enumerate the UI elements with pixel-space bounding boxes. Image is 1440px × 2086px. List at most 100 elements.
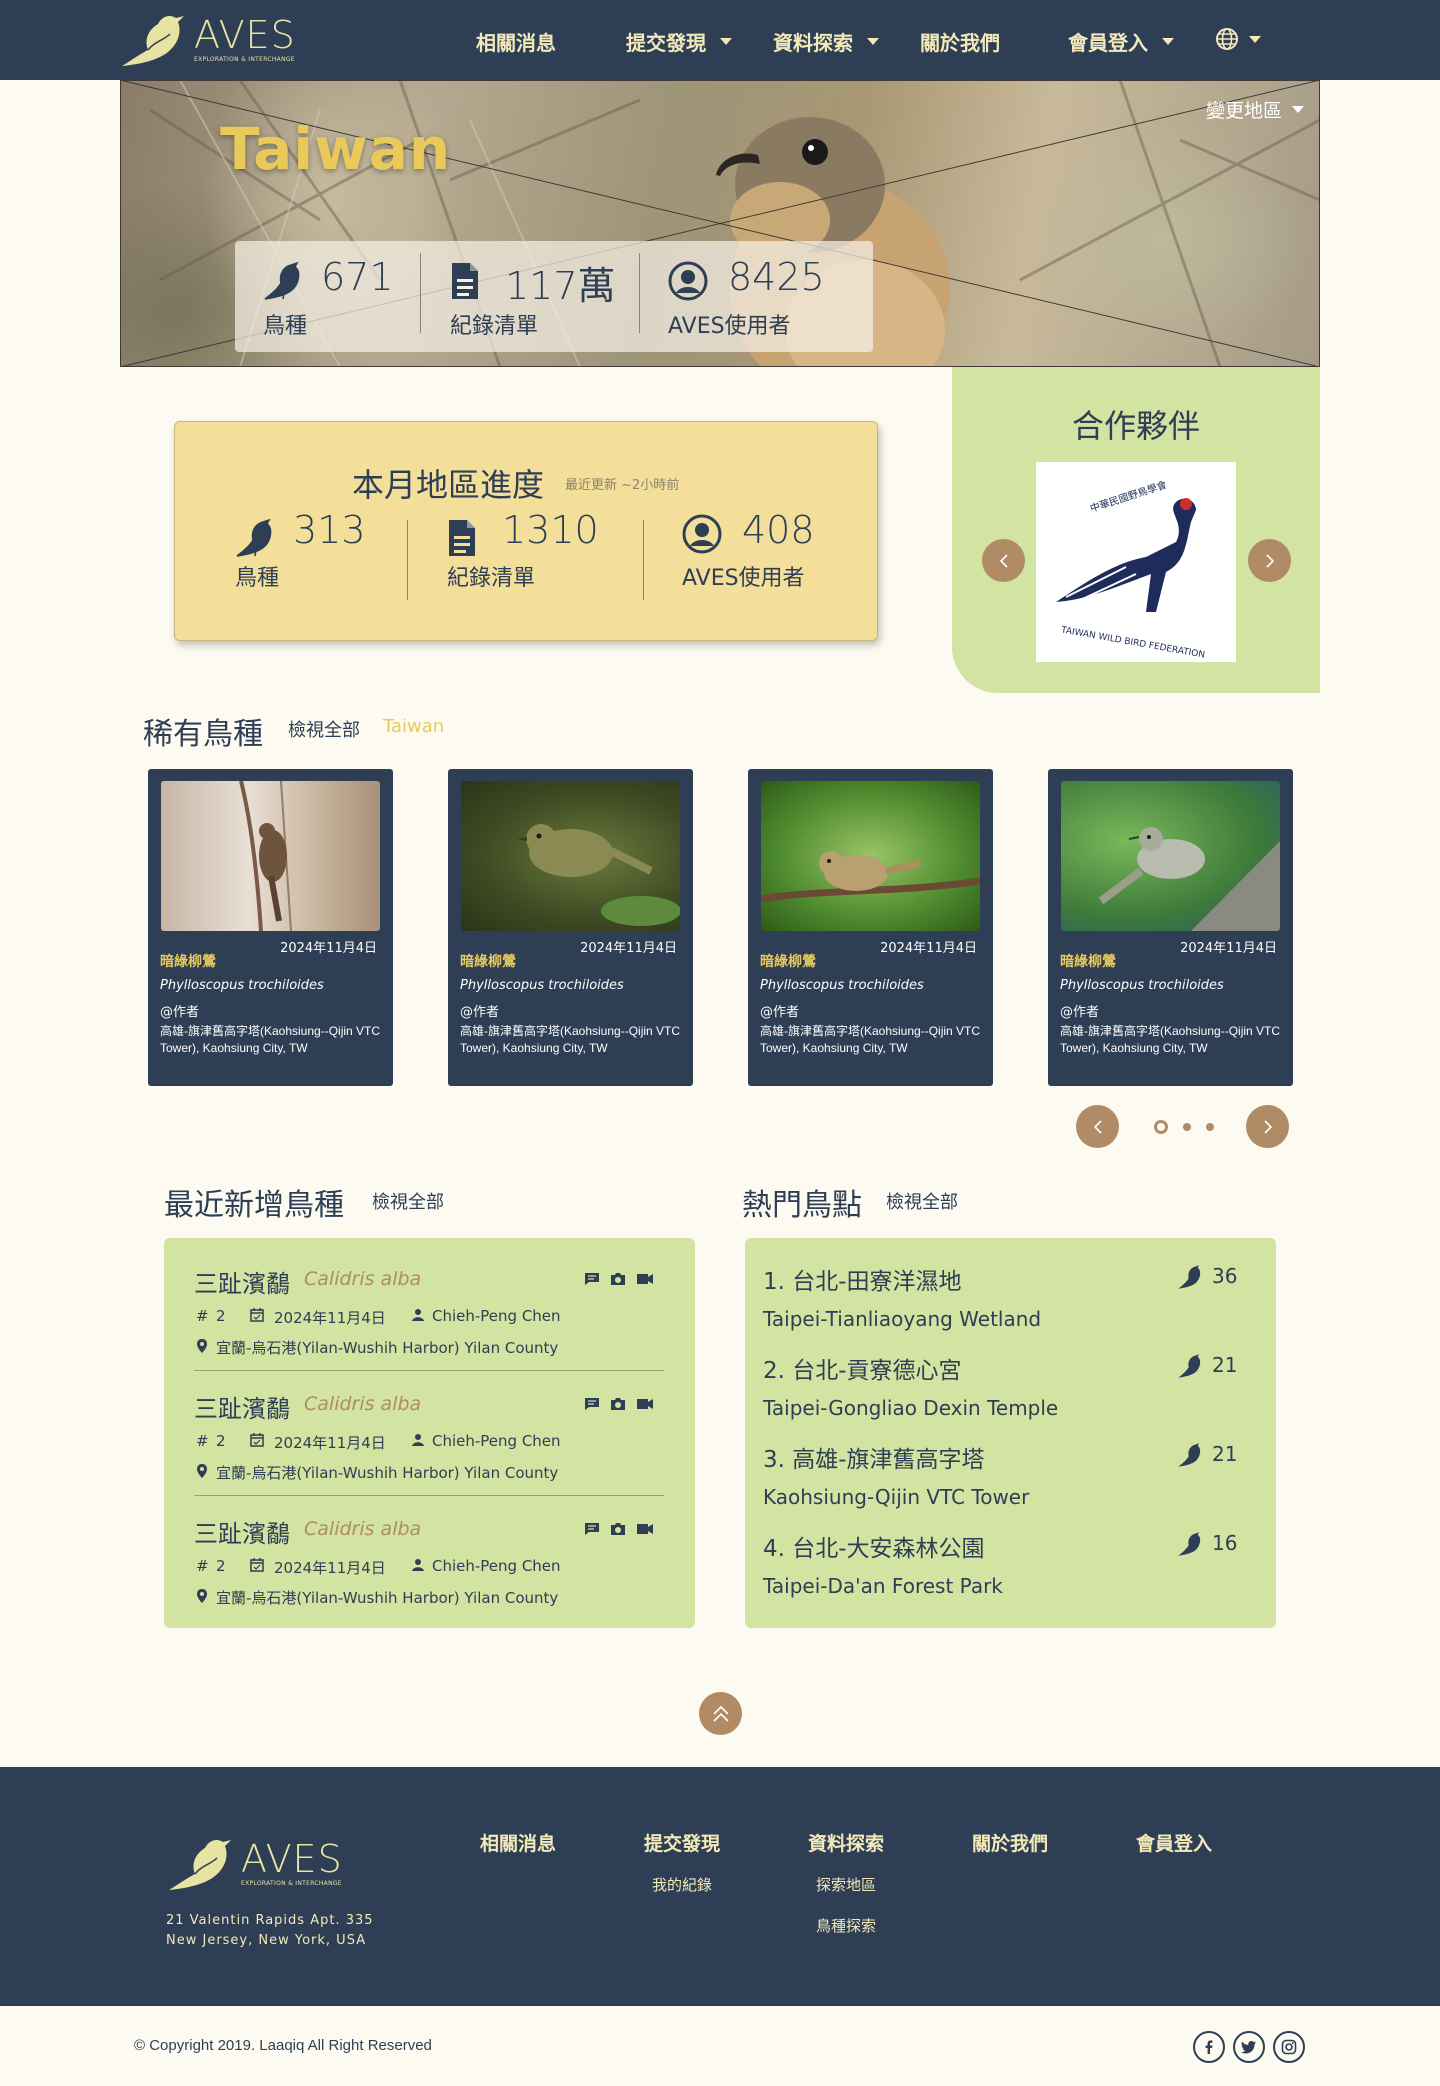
video-icon [637,1274,653,1284]
chevron-down-icon [1162,38,1174,45]
recent-view-all-link[interactable]: 檢視全部 [372,1188,444,1214]
recent-count-prefix: # [196,1432,209,1450]
chevron-left-icon [999,553,1008,568]
rare-view-all-link[interactable]: 檢視全部 [288,716,360,742]
twitter-link[interactable] [1233,2031,1265,2063]
calendar-icon [250,1308,264,1322]
hotspot-name: 3. 高雄-旗津舊高字塔 [763,1447,985,1473]
nav-login[interactable]: 會員登入 [1068,27,1174,56]
monthly-updated: 最近更新 ~2小時前 [565,478,680,493]
footer-col-news: 相關消息 [458,1829,578,1856]
carousel-dot[interactable] [1183,1123,1191,1131]
recent-name: 三趾濱鷸 [194,1520,290,1548]
change-region-dropdown[interactable]: 變更地區 [1206,96,1304,123]
recent-user: Chieh-Peng Chen [432,1307,561,1325]
video-icon [637,1524,653,1534]
card-name: 暗綠柳鶯 [1060,954,1116,970]
recent-user: Chieh-Peng Chen [432,1432,561,1450]
recent-item[interactable]: 三趾濱鷸 Calidris alba # 2 2024年11月4日 Chieh-… [194,1389,664,1489]
chevron-down-icon [1292,106,1304,113]
facebook-link[interactable] [1193,2031,1225,2063]
chevron-right-icon [1265,553,1274,568]
divider [194,1495,664,1496]
recent-item[interactable]: 三趾濱鷸 Calidris alba # 2 2024年11月4日 Chieh-… [194,1264,664,1364]
rare-prev-button[interactable] [1076,1105,1119,1148]
hotspots-title: 熱門鳥點 [742,1188,862,1223]
nav-news[interactable]: 相關消息 [476,27,556,56]
nav-submit[interactable]: 提交發現 [626,27,732,56]
divider [194,1370,664,1371]
rare-next-button[interactable] [1246,1105,1289,1148]
media-icons [584,1397,654,1411]
card-name: 暗綠柳鶯 [160,954,216,970]
card-author: @作者 [460,1005,500,1020]
monthly-users-value: 408 [742,508,815,552]
monthly-species-label: 鳥種 [235,566,280,591]
comment-icon [585,1398,599,1410]
card-scientific-name: Phylloscopus trochiloides [1060,978,1224,993]
card-scientific-name: Phylloscopus trochiloides [760,978,924,993]
card-location: 高雄-旗津舊高字塔(Kaohsiung--Qijin VTC Tower), K… [760,1024,981,1055]
rare-card[interactable]: 2024年11月4日 暗綠柳鶯 Phylloscopus trochiloide… [748,769,993,1086]
nav-submit-label: 提交發現 [626,31,706,55]
logo[interactable]: AVES EXPLORATION & INTERCHANGE [118,10,296,68]
stat-checklists-value: 117萬 [505,264,616,308]
rare-card[interactable]: 2024年11月4日 暗綠柳鶯 Phylloscopus trochiloide… [1048,769,1293,1086]
instagram-link[interactable] [1273,2031,1305,2063]
comment-icon [585,1273,599,1285]
monthly-checklists-label: 紀錄清單 [447,566,536,591]
chevron-down-icon [720,38,732,45]
rare-card[interactable]: 2024年11月4日 暗綠柳鶯 Phylloscopus trochiloide… [148,769,393,1086]
stat-checklists-label: 紀錄清單 [450,314,539,339]
rare-card[interactable]: 2024年11月4日 暗綠柳鶯 Phylloscopus trochiloide… [448,769,693,1086]
nav-explore[interactable]: 資料探索 [773,27,879,56]
copyright: © Copyright 2019. Laaqiq All Right Reser… [134,2037,432,2054]
logo-subtitle: EXPLORATION & INTERCHANGE [194,55,295,63]
footer-link-explore-region[interactable]: 探索地區 [786,1874,906,1895]
carousel-dot-active[interactable] [1154,1120,1168,1134]
partner-logo[interactable]: 中華民國野鳥學會 TAIWAN WILD BIRD FEDERATION [1036,462,1236,662]
divider [407,520,408,600]
bird-icon [264,261,300,300]
footer-col-title[interactable]: 關於我們 [950,1829,1070,1856]
camera-icon [611,1398,625,1410]
recent-date: 2024年11月4日 [274,1559,386,1577]
nav-about[interactable]: 關於我們 [920,27,1000,56]
card-location: 高雄-旗津舊高字塔(Kaohsiung--Qijin VTC Tower), K… [460,1024,681,1055]
footer-col-title[interactable]: 會員登入 [1114,1829,1234,1856]
monthly-users-label: AVES使用者 [682,566,805,591]
twitter-icon [1241,2041,1256,2054]
chevron-right-icon [1263,1119,1272,1134]
hotspots-view-all-link[interactable]: 檢視全部 [886,1188,958,1214]
card-date: 2024年11月4日 [580,941,677,956]
hotspot-english-name: Taipei-Tianliaoyang Wetland [763,1307,1042,1331]
monthly-progress-card: 本月地區進度 最近更新 ~2小時前 313 鳥種 1310 紀錄清單 408 A… [174,421,878,641]
recent-name: 三趾濱鷸 [194,1270,290,1298]
footer-link-my-records[interactable]: 我的紀錄 [622,1874,742,1895]
recent-item[interactable]: 三趾濱鷸 Calidris alba # 2 2024年11月4日 Chieh-… [194,1514,664,1614]
partners-panel: 合作夥伴 中華民國野鳥學會 TAIWAN WILD BIRD FEDERATIO… [952,367,1320,693]
partners-prev-button[interactable] [982,539,1025,582]
bird-icon [236,518,272,557]
bird-icon [1178,1354,1201,1378]
footer-logo-subtitle: EXPLORATION & INTERCHANGE [241,1879,342,1887]
hotspot-english-name: Taipei-Da'an Forest Park [763,1574,1003,1598]
recent-date: 2024年11月4日 [274,1309,386,1327]
hotspot-english-name: Kaohsiung-Qijin VTC Tower [763,1485,1030,1509]
bird-photo [761,781,980,931]
carousel-dot[interactable] [1206,1123,1214,1131]
partners-next-button[interactable] [1248,539,1291,582]
footer-col-title[interactable]: 相關消息 [458,1829,578,1856]
footer-link-explore-species[interactable]: 鳥種探索 [786,1915,906,1936]
recent-date: 2024年11月4日 [274,1434,386,1452]
recent-count: 2 [216,1432,226,1450]
footer-logo[interactable]: AVES EXPLORATION & INTERCHANGE [165,1834,343,1892]
footer-col-title[interactable]: 提交發現 [622,1829,742,1856]
recent-place: 宜蘭-烏石港(Yilan-Wushih Harbor) Yilan County [216,1339,559,1357]
footer-col-title[interactable]: 資料探索 [786,1829,906,1856]
recent-count: 2 [216,1307,226,1325]
globe-icon [1216,28,1238,50]
language-selector[interactable] [1215,27,1261,51]
back-to-top-button[interactable] [699,1692,742,1735]
card-author: @作者 [160,1005,200,1020]
